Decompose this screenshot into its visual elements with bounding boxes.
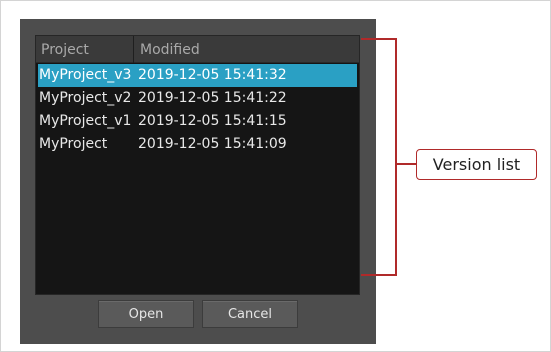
cancel-button[interactable]: Cancel (202, 300, 298, 328)
annotation-connector (397, 163, 417, 165)
list-header: Project Modified (36, 36, 359, 63)
row-project-name: MyProject (39, 136, 108, 152)
version-dialog: Project Modified MyProject_v3 2019-12-05… (20, 19, 376, 344)
list-row-selected[interactable]: MyProject_v3 2019-12-05 15:41:32 (38, 64, 357, 87)
annotation-bracket (361, 38, 397, 276)
list-row[interactable]: MyProject_v1 2019-12-05 15:41:15 (36, 110, 359, 133)
list-row[interactable]: MyProject 2019-12-05 15:41:09 (36, 133, 359, 156)
version-list-callout: Version list (416, 149, 537, 180)
row-project-name: MyProject_v3 (39, 67, 132, 83)
row-modified-date: 2019-12-05 15:41:32 (138, 67, 287, 83)
list-rows: MyProject_v3 2019-12-05 15:41:32 MyProje… (36, 64, 359, 156)
column-header-modified[interactable]: Modified (135, 36, 361, 63)
row-modified-date: 2019-12-05 15:41:09 (138, 136, 287, 152)
row-modified-date: 2019-12-05 15:41:22 (138, 90, 287, 106)
version-list[interactable]: Project Modified MyProject_v3 2019-12-05… (35, 35, 360, 295)
figure-frame: Project Modified MyProject_v3 2019-12-05… (0, 0, 551, 352)
row-project-name: MyProject_v2 (39, 90, 132, 106)
row-project-name: MyProject_v1 (39, 113, 132, 129)
list-row[interactable]: MyProject_v2 2019-12-05 15:41:22 (36, 87, 359, 110)
open-button[interactable]: Open (98, 300, 194, 328)
column-header-project[interactable]: Project (36, 36, 134, 63)
row-modified-date: 2019-12-05 15:41:15 (138, 113, 287, 129)
